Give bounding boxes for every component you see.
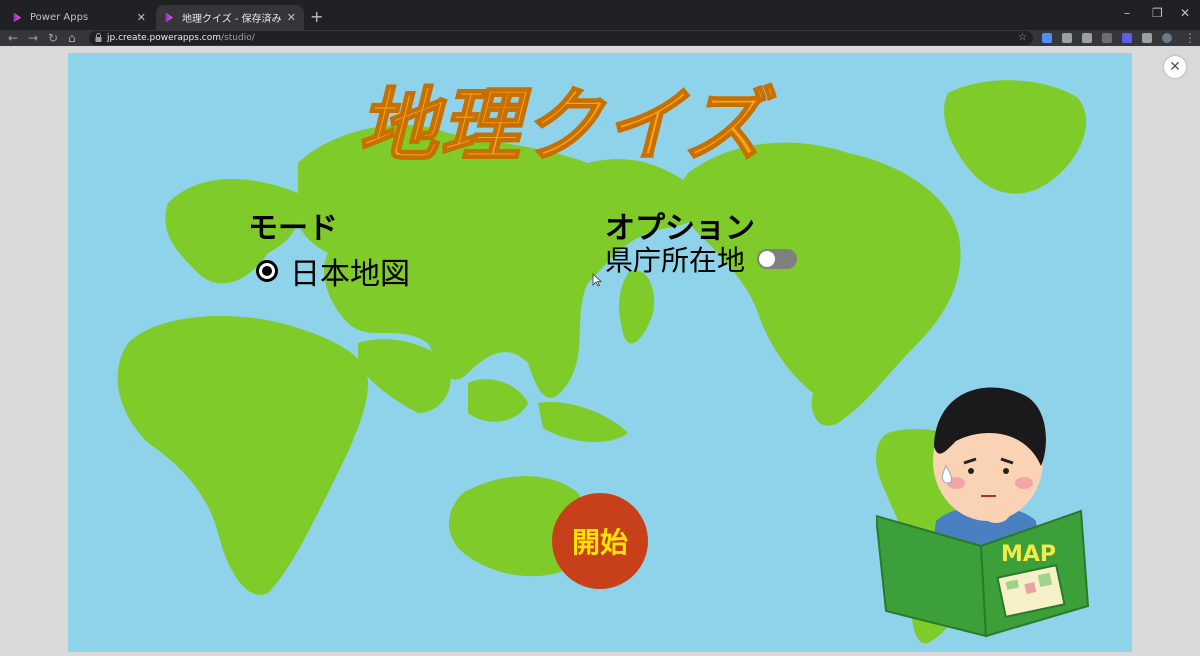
- extension-icon[interactable]: [1102, 33, 1112, 43]
- powerapps-icon: [165, 12, 174, 23]
- boy-reading-map-image: MAP: [876, 387, 1090, 638]
- address-bar[interactable]: jp.create.powerapps.com/studio/ ☆: [89, 31, 1033, 45]
- close-icon[interactable]: ✕: [1164, 56, 1186, 78]
- close-window-button[interactable]: ✕: [1180, 6, 1190, 20]
- tab-geography-quiz[interactable]: 地理クイズ - 保存済み (発行取り消 ✕: [156, 5, 304, 30]
- mode-option-label: 日本地図: [290, 257, 410, 292]
- browser-tabbar: Power Apps ✕ 地理クイズ - 保存済み (発行取り消 ✕ + – ❐…: [0, 0, 1200, 30]
- close-tab-icon[interactable]: ✕: [137, 11, 146, 24]
- new-tab-button[interactable]: +: [310, 7, 323, 26]
- cursor-icon: [592, 273, 602, 287]
- forward-icon[interactable]: →: [28, 30, 38, 46]
- toggle-icon[interactable]: [757, 249, 798, 269]
- radio-selected-icon[interactable]: [256, 260, 278, 282]
- minimize-button[interactable]: –: [1124, 6, 1130, 20]
- url-text: jp.create.powerapps.com/studio/: [107, 32, 255, 44]
- extension-icon[interactable]: [1082, 33, 1092, 43]
- avatar[interactable]: [1162, 33, 1172, 43]
- restore-button[interactable]: ❐: [1152, 6, 1163, 20]
- prefecture-capital-label: 県庁所在地: [605, 244, 746, 277]
- star-icon[interactable]: ☆: [1018, 31, 1027, 45]
- powerapps-icon: [13, 12, 22, 23]
- reload-icon[interactable]: ↻: [48, 30, 58, 46]
- start-button[interactable]: 開始: [552, 493, 648, 589]
- url-host: jp.create.powerapps.com: [107, 33, 222, 43]
- lock-icon: [95, 33, 102, 42]
- tab-power-apps[interactable]: Power Apps ✕: [4, 5, 154, 30]
- tab-title: Power Apps: [30, 12, 89, 23]
- puzzle-icon[interactable]: [1142, 33, 1152, 43]
- extension-icon[interactable]: [1062, 33, 1072, 43]
- extension-icon[interactable]: [1122, 33, 1132, 43]
- mode-radio-option[interactable]: 日本地図: [256, 249, 410, 293]
- map-book-label: MAP: [1001, 542, 1056, 567]
- option-row: 県庁所在地: [605, 239, 798, 279]
- browser-toolbar: ← → ↻ ⌂ jp.create.powerapps.com/studio/ …: [0, 30, 1200, 46]
- toggle-knob: [759, 251, 776, 267]
- mode-label: モード: [248, 211, 338, 246]
- menu-icon[interactable]: ⋮: [1184, 30, 1196, 46]
- close-tab-icon[interactable]: ✕: [287, 11, 296, 24]
- studio-canvas-area: 地理クイズ モード 日本地図 オプション 県庁所在地 開始 MAP ✕: [0, 46, 1200, 656]
- url-path: /studio/: [221, 33, 255, 43]
- page-title: 地理クイズ: [357, 78, 766, 173]
- app-screen: 地理クイズ モード 日本地図 オプション 県庁所在地 開始 MAP: [68, 53, 1132, 652]
- radio-dot: [262, 266, 272, 276]
- tab-title: 地理クイズ - 保存済み (発行取り消: [182, 14, 283, 25]
- extension-icon[interactable]: [1042, 33, 1052, 43]
- back-icon[interactable]: ←: [8, 30, 18, 46]
- home-icon[interactable]: ⌂: [68, 30, 76, 46]
